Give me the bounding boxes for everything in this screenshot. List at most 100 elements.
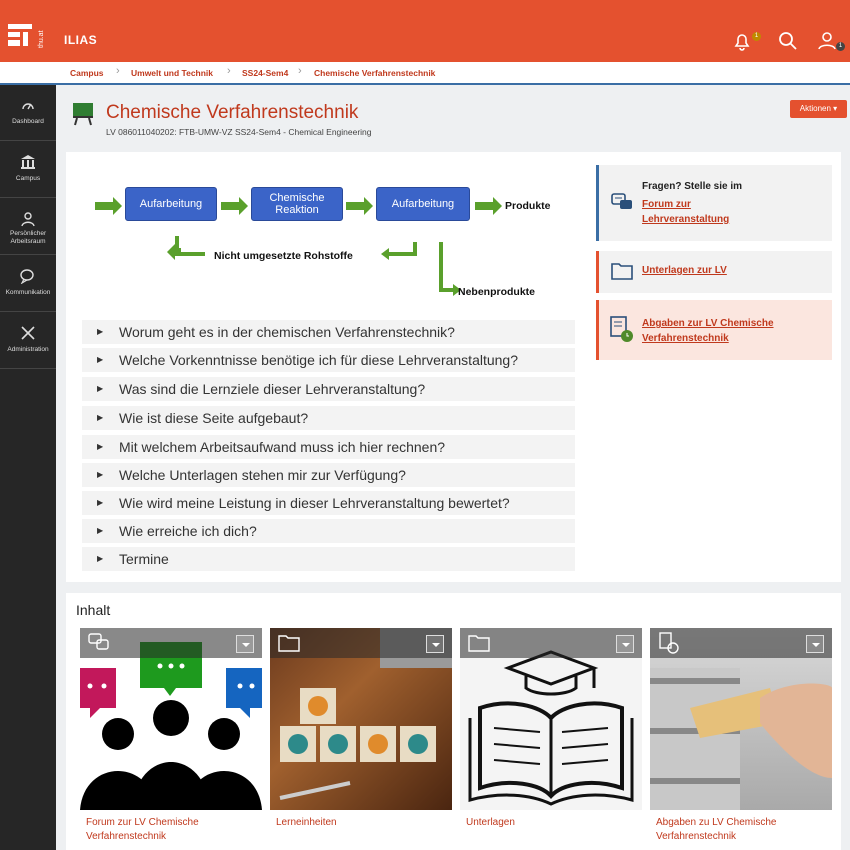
diagram-label-recycle: Nicht umgesetzte Rohstoffe: [214, 250, 353, 262]
breadcrumb-semester[interactable]: SS24-Sem4: [242, 68, 288, 78]
accordion-item[interactable]: ▶ Wie erreiche ich dich?: [82, 519, 575, 543]
actions-dropdown-button[interactable]: Aktionen ▾: [790, 100, 847, 118]
sidebar-item-administration[interactable]: Administration: [0, 313, 56, 369]
course-icon: [73, 103, 93, 126]
breadcrumb-separator: ›: [116, 65, 120, 77]
accordion-item[interactable]: ▶ Worum geht es in der chemischen Verfahr…: [82, 320, 575, 344]
tile-actions-dropdown[interactable]: [616, 635, 634, 653]
tile-header-bar: [460, 628, 642, 658]
diagram-box-aufarbeitung-1: Aufarbeitung: [125, 187, 217, 221]
folder-icon: [611, 263, 633, 280]
user-icon[interactable]: [816, 30, 838, 52]
sidebar-item-label: Administration: [7, 346, 49, 353]
tile-lerneinheiten[interactable]: Lerneinheiten: [270, 628, 452, 850]
main-sidebar: Dashboard Campus Persönlicher Arbeitsrau…: [0, 85, 56, 850]
accordion-label: Mit welchem Arbeitsaufwand muss ich hier…: [119, 439, 446, 455]
caret-right-icon: ▶: [97, 413, 104, 422]
tile-unterlagen[interactable]: Unterlagen: [460, 628, 642, 850]
accordion-label: Was sind die Lernziele dieser Lehrverans…: [119, 381, 426, 397]
forum-link[interactable]: Forum zur Lehrveranstaltung: [642, 197, 752, 227]
folder-icon: [278, 635, 300, 652]
breadcrumb: Campus › Umwelt und Technik › SS24-Sem4 …: [0, 62, 850, 85]
unterlagen-card: Unterlagen zur LV: [596, 251, 832, 293]
app-name[interactable]: ILIAS: [64, 33, 97, 47]
accordion-item[interactable]: ▶ Wie ist diese Seite aufgebaut?: [82, 406, 575, 430]
tile-title[interactable]: Lerneinheiten: [276, 816, 446, 830]
tile-actions-dropdown[interactable]: [806, 635, 824, 653]
sidebar-item-label: Kommunikation: [5, 289, 51, 296]
forum-intro: Fragen? Stelle sie im: [642, 181, 743, 192]
search-icon[interactable]: [777, 30, 799, 52]
tile-title[interactable]: Unterlagen: [466, 816, 636, 830]
breadcrumb-course[interactable]: Chemische Verfahrenstechnik: [314, 68, 435, 78]
breadcrumb-separator: ›: [298, 65, 302, 77]
accordion-label: Welche Unterlagen stehen mir zur Verfügu…: [119, 467, 406, 483]
breadcrumb-campus[interactable]: Campus: [70, 68, 104, 78]
top-bar: thu.at ILIAS 1 1: [0, 0, 850, 62]
breadcrumb-separator: ›: [227, 65, 231, 77]
diagram-label-produkte: Produkte: [505, 200, 551, 212]
tile-actions-dropdown[interactable]: [426, 635, 444, 653]
breadcrumb-umwelt[interactable]: Umwelt und Technik: [131, 68, 213, 78]
tile-actions-dropdown[interactable]: [236, 635, 254, 653]
tools-icon: [21, 326, 35, 340]
content-heading: Inhalt: [76, 602, 111, 618]
exercise-icon: [610, 316, 633, 342]
tile-title[interactable]: Forum zur LV Chemische Verfahrenstechnik: [86, 816, 256, 844]
accordion-label: Termine: [119, 551, 169, 567]
accordion-item[interactable]: ▶ Termine: [82, 547, 575, 571]
exercise-icon: [659, 632, 679, 654]
caret-right-icon: ▶: [97, 384, 104, 393]
tile-header-bar: [80, 628, 262, 658]
tile-header-bar: [650, 628, 832, 658]
page-subtitle: LV 086011040202: FTB-UMW-VZ SS24-Sem4 - …: [106, 127, 372, 137]
sidebar-item-communication[interactable]: Kommunikation: [0, 256, 56, 312]
bell-icon[interactable]: [731, 30, 753, 52]
logo-text: thu.at: [38, 30, 45, 48]
forum-icon: [88, 633, 109, 650]
folder-icon: [468, 635, 490, 652]
accordion-label: Worum geht es in der chemischen Verfahre…: [119, 324, 455, 340]
caret-right-icon: ▶: [97, 470, 104, 479]
abgaben-card: Abgaben zur LV Chemische Verfahrenstechn…: [596, 300, 832, 360]
sidebar-item-campus[interactable]: Campus: [0, 142, 56, 198]
accordion-item[interactable]: ▶ Mit welchem Arbeitsaufwand muss ich hie…: [82, 435, 575, 459]
forum-card: Fragen? Stelle sie im Forum zur Lehrvera…: [596, 165, 832, 241]
diagram-label-nebenprodukte: Nebenprodukte: [458, 286, 536, 298]
abgaben-link[interactable]: Abgaben zur LV Chemische Verfahrenstechn…: [642, 316, 820, 346]
page-title: Chemische Verfahrenstechnik: [106, 102, 359, 123]
sidebar-item-workspace[interactable]: Persönlicher Arbeitsraum: [0, 199, 56, 255]
sidebar-item-dashboard[interactable]: Dashboard: [0, 85, 56, 141]
accordion-label: Wie wird meine Leistung in dieser Lehrve…: [119, 495, 510, 511]
caret-right-icon: ▶: [97, 327, 104, 336]
accordion-item[interactable]: ▶ Welche Unterlagen stehen mir zur Verfüg…: [82, 463, 575, 487]
caret-right-icon: ▶: [97, 526, 104, 535]
forum-icon: [611, 193, 632, 209]
caret-right-icon: ▶: [97, 554, 104, 563]
notification-badge: 1: [752, 32, 761, 41]
campus-icon: [21, 155, 35, 169]
unterlagen-link[interactable]: Unterlagen zur LV: [642, 265, 727, 276]
diagram-box-aufarbeitung-2: Aufarbeitung: [376, 187, 470, 221]
user-icon: [21, 212, 35, 227]
caret-right-icon: ▶: [97, 442, 104, 451]
accordion-item[interactable]: ▶ Was sind die Lernziele dieser Lehrveran…: [82, 377, 575, 401]
tile-abgaben[interactable]: Abgaben zu LV Chemische Verfahrenstechni…: [650, 628, 832, 850]
caret-right-icon: ▶: [97, 355, 104, 364]
caret-right-icon: ▶: [97, 498, 104, 507]
accordion-item[interactable]: ▶ Welche Vorkenntnisse benötige ich für d…: [82, 348, 575, 372]
tile-title[interactable]: Abgaben zu LV Chemische Verfahrenstechni…: [656, 816, 826, 844]
sidebar-item-label: Dashboard: [12, 118, 44, 125]
diagram-box-reaktion: Chemische Reaktion: [251, 187, 343, 221]
tile-header-bar: [270, 628, 452, 658]
dashboard-icon: [22, 103, 34, 110]
sidebar-item-label: Campus: [15, 175, 41, 182]
chat-icon: [20, 269, 34, 284]
tile-forum[interactable]: Forum zur LV Chemische Verfahrenstechnik: [80, 628, 262, 850]
user-badge: 1: [836, 42, 845, 51]
sidebar-item-label: Persönlicher Arbeitsraum: [10, 230, 47, 245]
logo-icon[interactable]: [8, 24, 32, 46]
accordion-label: Welche Vorkenntnisse benötige ich für di…: [119, 352, 518, 368]
accordion-item[interactable]: ▶ Wie wird meine Leistung in dieser Lehrv…: [82, 491, 575, 515]
accordion-label: Wie ist diese Seite aufgebaut?: [119, 410, 309, 426]
